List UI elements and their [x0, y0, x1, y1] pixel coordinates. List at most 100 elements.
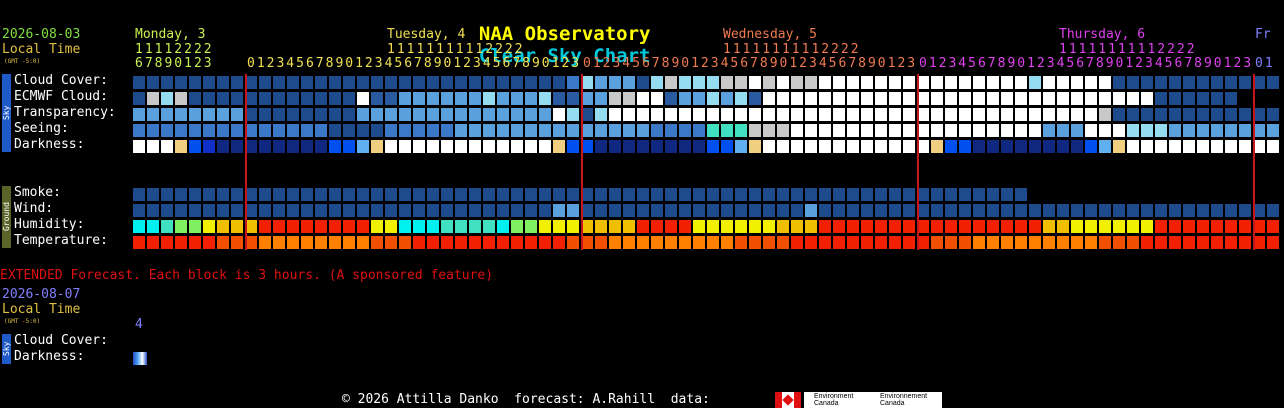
forecast-cell [679, 124, 691, 137]
forecast-cell [973, 204, 985, 217]
forecast-cell [147, 124, 159, 137]
forecast-cell [875, 220, 887, 233]
env-en-canada: Canada [814, 400, 839, 407]
forecast-cell [1099, 76, 1111, 89]
forecast-cell [1169, 204, 1181, 217]
forecast-cell [763, 108, 775, 121]
forecast-cell [315, 140, 327, 153]
forecast-cell [385, 204, 397, 217]
forecast-cell [385, 236, 397, 249]
forecast-cell [427, 220, 439, 233]
forecast-cell [1043, 124, 1055, 137]
forecast-cell [1267, 220, 1279, 233]
forecast-cell [931, 92, 943, 105]
forecast-cell [735, 220, 747, 233]
forecast-cell [945, 108, 957, 121]
forecast-cell [791, 92, 803, 105]
forecast-cell [637, 236, 649, 249]
forecast-cell [693, 76, 705, 89]
forecast-cell [875, 204, 887, 217]
forecast-cell [231, 124, 243, 137]
forecast-cell [567, 76, 579, 89]
forecast-cell [217, 124, 229, 137]
forecast-cell [1141, 124, 1153, 137]
forecast-cell [651, 204, 663, 217]
forecast-cell [791, 236, 803, 249]
forecast-cell [273, 236, 285, 249]
forecast-cell [931, 76, 943, 89]
forecast-cell [427, 204, 439, 217]
forecast-cell [861, 92, 873, 105]
forecast-cell [1183, 124, 1195, 137]
forecast-cell [679, 188, 691, 201]
extended-local-time: Local Time [2, 302, 81, 317]
forecast-cell [945, 92, 957, 105]
extended-forecast-note: EXTENDED Forecast. Each block is 3 hours… [0, 268, 494, 283]
forecast-cell [385, 76, 397, 89]
forecast-cell [665, 140, 677, 153]
forecast-cell [343, 76, 355, 89]
forecast-cell [1057, 124, 1069, 137]
forecast-cell [1113, 140, 1125, 153]
forecast-cell [1001, 92, 1013, 105]
forecast-cell [819, 140, 831, 153]
forecast-cell [259, 140, 271, 153]
forecast-cell [1127, 76, 1139, 89]
forecast-cell [959, 236, 971, 249]
extended-date: 2026-08-07 [2, 287, 81, 302]
midnight-line [1253, 74, 1255, 250]
forecast-cell [623, 204, 635, 217]
forecast-cell [217, 140, 229, 153]
forecast-cell [511, 108, 523, 121]
forecast-cell [1155, 92, 1167, 105]
forecast-cell [1043, 204, 1055, 217]
forecast-cell [1029, 220, 1041, 233]
forecast-cell [973, 76, 985, 89]
forecast-cell [567, 188, 579, 201]
forecast-cell [217, 204, 229, 217]
forecast-cell [1169, 108, 1181, 121]
forecast-cell [189, 92, 201, 105]
forecast-cell [301, 204, 313, 217]
forecast-cell [1071, 220, 1083, 233]
env-fr-canada: Canada [880, 400, 905, 407]
forecast-cell [1239, 220, 1251, 233]
forecast-cell [847, 188, 859, 201]
forecast-cell [1057, 76, 1069, 89]
forecast-cell [973, 220, 985, 233]
forecast-cell [427, 76, 439, 89]
forecast-cell [175, 140, 187, 153]
forecast-cell [903, 92, 915, 105]
forecast-cell [203, 124, 215, 137]
forecast-cell [469, 140, 481, 153]
forecast-cell [343, 140, 355, 153]
forecast-cell [539, 108, 551, 121]
forecast-cell [525, 76, 537, 89]
forecast-cell [441, 220, 453, 233]
forecast-cell [721, 76, 733, 89]
forecast-cell [147, 76, 159, 89]
forecast-cell [1141, 236, 1153, 249]
forecast-cell [315, 188, 327, 201]
forecast-cell [1113, 108, 1125, 121]
forecast-cell [161, 124, 173, 137]
forecast-cell [693, 220, 705, 233]
forecast-cell [133, 124, 145, 137]
forecast-cell [385, 140, 397, 153]
forecast-cell [749, 124, 761, 137]
forecast-cell [1071, 140, 1083, 153]
forecast-cell [413, 92, 425, 105]
forecast-cell [847, 76, 859, 89]
forecast-cell [889, 140, 901, 153]
forecast-cell [329, 140, 341, 153]
forecast-cell [1197, 92, 1209, 105]
forecast-cell [777, 124, 789, 137]
forecast-cell [735, 108, 747, 121]
forecast-cell [1043, 108, 1055, 121]
forecast-cell [903, 204, 915, 217]
forecast-cell [693, 108, 705, 121]
forecast-cell [175, 204, 187, 217]
forecast-cell [413, 236, 425, 249]
forecast-cell [637, 140, 649, 153]
forecast-cell [623, 188, 635, 201]
